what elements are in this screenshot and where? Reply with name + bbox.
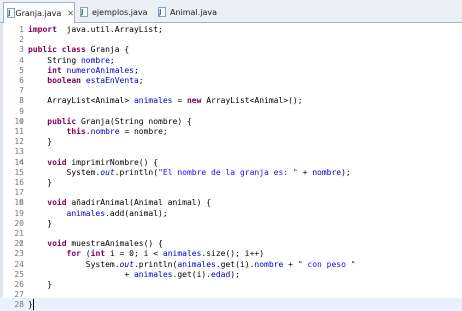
close-icon[interactable]: ✕ bbox=[67, 9, 74, 18]
java-file-icon: J bbox=[80, 6, 89, 18]
tab-granja-java[interactable]: J Granja.java ✕ bbox=[3, 2, 75, 23]
tab-label: Granja.java bbox=[15, 8, 62, 18]
tab-label: Animal.java bbox=[170, 7, 217, 17]
line-number: 28 bbox=[14, 300, 24, 310]
text-caret bbox=[33, 299, 34, 311]
code-editor[interactable]: 1 import java.util.ArrayList; 2 3 public cla… bbox=[0, 23, 462, 311]
editor-tab-bar: J Granja.java ✕ J ejemplos.java J Animal… bbox=[0, 0, 462, 23]
tab-animal-java[interactable]: J Animal.java bbox=[155, 2, 225, 22]
java-file-icon: J bbox=[7, 7, 15, 19]
tab-label: ejemplos.java bbox=[92, 7, 148, 17]
tab-ejemplos-java[interactable]: J ejemplos.java bbox=[77, 2, 153, 22]
code-line[interactable]: 28} bbox=[0, 298, 462, 311]
java-file-icon: J bbox=[158, 6, 167, 18]
